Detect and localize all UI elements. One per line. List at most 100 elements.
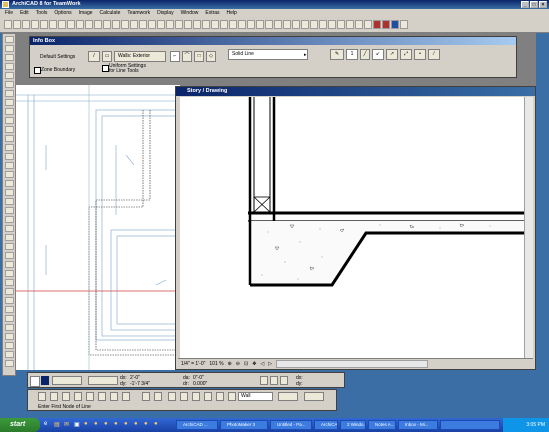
navigator-button[interactable] [256, 20, 264, 29]
print-button[interactable] [31, 20, 39, 29]
window-tool-button-2[interactable] [5, 90, 14, 97]
task-misc[interactable] [440, 420, 500, 430]
geometry-rotated-button[interactable]: ◇ [206, 51, 216, 62]
task-inbox[interactable]: Inbox - Mi... [398, 420, 438, 430]
task-archicad[interactable]: ArchiCAD ... [176, 420, 218, 430]
pens-button[interactable] [139, 20, 147, 29]
view-map-button[interactable] [283, 20, 291, 29]
check-mark-icon[interactable] [38, 392, 46, 401]
trace-icon[interactable] [168, 392, 176, 401]
elevation-tool-button[interactable] [5, 279, 14, 286]
quick-launch-app2-icon[interactable]: ● [94, 421, 98, 427]
materials-button[interactable] [157, 20, 165, 29]
skylight-tool-button[interactable] [5, 324, 14, 331]
undo-button[interactable] [67, 20, 75, 29]
line-arrow-dot-button[interactable]: • [414, 49, 426, 60]
pen-number-field[interactable]: 1 [346, 49, 358, 60]
close-button[interactable]: × [539, 1, 547, 8]
suspend-groups-icon[interactable] [142, 392, 150, 401]
door-tool-button[interactable] [5, 81, 14, 88]
calculate-button[interactable] [211, 20, 219, 29]
bisector-icon[interactable] [74, 392, 82, 401]
quick-launch-app5-icon[interactable]: ● [124, 421, 128, 427]
curtain-wall-tool-button[interactable] [5, 315, 14, 322]
stair-button[interactable] [337, 20, 345, 29]
section-button[interactable] [175, 20, 183, 29]
quick-launch-desktop-icon[interactable]: ▣ [74, 421, 80, 428]
task-untitled-paint[interactable]: Untitled - Pa... [270, 420, 312, 430]
line-type-select[interactable]: Solid Line [228, 49, 308, 60]
pan-tool-button[interactable] [5, 360, 14, 367]
photo-render-button[interactable] [382, 20, 390, 29]
menu-extras[interactable]: Extras [205, 9, 219, 17]
line-tool-button[interactable] [5, 207, 14, 214]
layout-book-button[interactable] [292, 20, 300, 29]
zoom-control-icon[interactable] [204, 392, 212, 401]
origin-button[interactable] [280, 376, 288, 385]
lamp-tool-button[interactable] [5, 108, 14, 115]
half-snap-icon[interactable] [122, 392, 130, 401]
start-button[interactable]: start [0, 418, 40, 432]
worksheet-button[interactable] [202, 20, 210, 29]
copy-button[interactable] [49, 20, 57, 29]
gravity-button[interactable] [247, 20, 255, 29]
menu-image[interactable]: Image [79, 9, 93, 17]
pen-icon[interactable]: ✎ [330, 49, 344, 60]
column-tool-button[interactable] [5, 63, 14, 70]
menu-options[interactable]: Options [54, 9, 71, 17]
zoom-tool-button[interactable] [5, 351, 14, 358]
new-file-button[interactable] [4, 20, 12, 29]
mesh-tool-button[interactable] [5, 135, 14, 142]
previous-zoom-icon[interactable]: ◁ [260, 361, 264, 367]
object-button[interactable] [310, 20, 318, 29]
task-notes[interactable]: Notes A... [368, 420, 396, 430]
section-tool-button[interactable] [5, 270, 14, 277]
layer-select[interactable]: Wall [238, 392, 273, 401]
default-settings-label[interactable]: Default Settings [40, 54, 75, 60]
magic-wand-icon[interactable] [154, 392, 162, 401]
zoom-out-icon[interactable]: ⊖ [236, 361, 240, 367]
offset-icon[interactable] [86, 392, 94, 401]
publisher-button[interactable] [265, 20, 273, 29]
layer-settings-button[interactable] [278, 392, 298, 401]
minimize-button[interactable]: _ [521, 1, 529, 8]
quick-launch-app8-icon[interactable]: ● [154, 421, 158, 427]
zoom-in-icon[interactable]: ⊕ [228, 361, 232, 367]
marquee-tool-button[interactable] [5, 45, 14, 52]
drawing-window-titlebar[interactable]: Story / Drawing [176, 87, 535, 96]
menu-edit[interactable]: Edit [20, 9, 29, 17]
menu-tools[interactable]: Tools [36, 9, 48, 17]
detail-tool-button[interactable] [5, 288, 14, 295]
line-arrow-start-button[interactable]: ↙ [372, 49, 384, 60]
quick-launch-app6-icon[interactable]: ● [134, 421, 138, 427]
change-tool-button[interactable] [5, 342, 14, 349]
zoom-in-button[interactable] [85, 20, 93, 29]
quick-launch-app4-icon[interactable]: ● [114, 421, 118, 427]
task-photomaker[interactable]: PhotoMaker 3 [220, 420, 268, 430]
horizontal-scrollbar[interactable] [276, 359, 429, 368]
drawing-vertical-scrollbar[interactable] [524, 97, 533, 358]
stair-tool-button[interactable] [5, 153, 14, 160]
zone-tool-button[interactable] [5, 144, 14, 151]
geometry-rect-button[interactable]: □ [194, 51, 204, 62]
camera-button[interactable] [364, 20, 372, 29]
pan-control-icon[interactable] [216, 392, 224, 401]
menu-window[interactable]: Window [181, 9, 199, 17]
elevation-marker-icon[interactable] [180, 392, 188, 401]
maximize-button[interactable]: □ [530, 1, 538, 8]
grid-tool-button[interactable] [5, 306, 14, 313]
spline-tool-button[interactable] [5, 234, 14, 241]
floor-plan-window[interactable] [16, 85, 181, 370]
quick-launch-app7-icon[interactable]: ● [144, 421, 148, 427]
fills-button[interactable] [148, 20, 156, 29]
render-button[interactable] [373, 20, 381, 29]
absolute-relative-toggle[interactable] [41, 376, 49, 385]
line-arrow-end-button[interactable]: ↗ [386, 49, 398, 60]
snap-button[interactable] [238, 20, 246, 29]
dr-field[interactable]: 0.000" [193, 381, 207, 387]
line-arrow-none-button[interactable]: ╱ [360, 49, 370, 60]
dy-field[interactable]: -1'-7 3/4" [130, 381, 150, 387]
level-dimension-tool-button[interactable] [5, 171, 14, 178]
lamp-button[interactable] [355, 20, 363, 29]
quick-launch-folder-icon[interactable]: ▤ [54, 421, 60, 428]
